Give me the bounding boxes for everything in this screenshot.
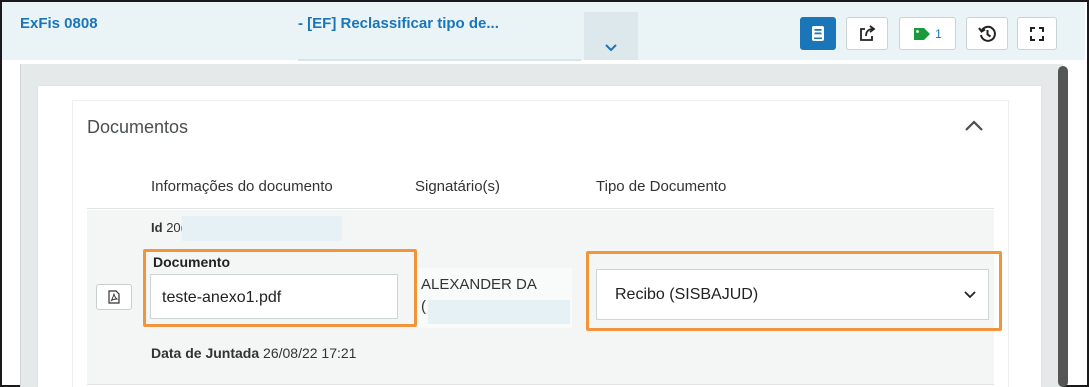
redacted-id bbox=[182, 216, 342, 241]
collapse-button[interactable] bbox=[963, 118, 985, 134]
redacted-signer bbox=[428, 300, 570, 324]
filing-date: Data de Juntada 26/08/22 17:21 bbox=[151, 345, 356, 361]
chevron-up-icon bbox=[965, 120, 983, 131]
tag-icon bbox=[914, 27, 931, 40]
document-type-select[interactable]: Recibo (SISBAJUD) bbox=[596, 269, 989, 320]
tags-button[interactable]: 1 bbox=[899, 17, 956, 50]
signer-name-line2: ( bbox=[421, 298, 426, 315]
pdf-icon bbox=[108, 290, 120, 304]
fullscreen-icon bbox=[1030, 26, 1044, 41]
document-type-value: Recibo (SISBAJUD) bbox=[615, 285, 759, 303]
row-divider bbox=[87, 384, 994, 385]
task-title[interactable]: - [EF] Reclassificar tipo de... bbox=[298, 15, 499, 32]
column-header-signers: Signatário(s) bbox=[415, 178, 501, 195]
signer-name: ALEXANDER DA bbox=[421, 276, 537, 293]
header-divider bbox=[87, 208, 994, 209]
history-button[interactable] bbox=[966, 17, 1008, 50]
expand-task-button[interactable] bbox=[584, 12, 638, 60]
share-icon bbox=[860, 25, 876, 41]
fullscreen-button[interactable] bbox=[1017, 17, 1057, 50]
column-header-document-info: Informações do documento bbox=[151, 178, 333, 195]
document-field-label: Documento bbox=[153, 254, 230, 270]
document-id: Id 20( bbox=[151, 220, 185, 235]
task-title-underline bbox=[298, 59, 581, 61]
document-id-label: Id bbox=[151, 220, 163, 235]
document-view-button[interactable] bbox=[800, 17, 836, 50]
process-number[interactable]: ExFis 0808 bbox=[20, 15, 98, 32]
section-title: Documentos bbox=[87, 117, 189, 137]
document-name-field[interactable]: teste-anexo1.pdf bbox=[150, 274, 398, 319]
filing-date-label: Data de Juntada bbox=[151, 345, 260, 361]
open-pdf-button[interactable] bbox=[96, 284, 132, 310]
filing-date-value: 26/08/22 17:21 bbox=[263, 345, 357, 361]
vertical-scrollbar[interactable] bbox=[1058, 66, 1068, 387]
tag-count: 1 bbox=[935, 26, 942, 41]
column-header-document-type: Tipo de Documento bbox=[596, 178, 727, 195]
chevron-down-icon bbox=[605, 44, 617, 52]
book-icon bbox=[812, 26, 824, 41]
share-button[interactable] bbox=[846, 17, 888, 50]
chevron-down-icon bbox=[964, 291, 976, 299]
history-icon bbox=[978, 25, 996, 42]
